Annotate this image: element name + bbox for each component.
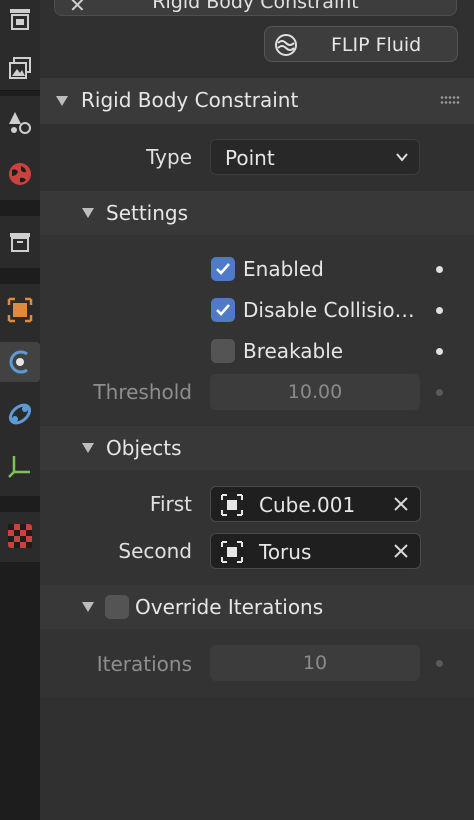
object-icon [221,494,243,516]
tab-physics[interactable] [0,342,40,382]
previous-panel-header[interactable]: ✕ Rigid Body Constraint [54,0,457,17]
override-iterations-title[interactable]: Override Iterations [135,595,323,619]
constraints-icon [8,403,32,425]
iterations-field[interactable]: 10 [210,645,420,681]
rigid-body-constraint-panel-header[interactable]: Rigid Body Constraint [40,78,474,124]
disable-collisions-label[interactable]: Disable Collisio… [243,298,415,322]
world-icon [9,163,31,185]
view-layer-icon [9,57,31,79]
iterations-label: Iterations [96,652,192,676]
collapse-triangle-icon[interactable] [56,96,68,106]
tab-collection[interactable] [0,222,40,262]
enabled-label[interactable]: Enabled [243,257,324,281]
threshold-label: Threshold [93,380,192,404]
first-object-name: Cube.001 [259,493,356,517]
properties-tab-strip [0,0,40,820]
keyframe-dot-icon[interactable] [436,389,443,396]
settings-title: Settings [106,201,189,225]
keyframe-dot-icon[interactable] [436,307,443,314]
tab-view-layer[interactable] [0,48,40,88]
breakable-checkbox[interactable] [211,339,235,363]
collapse-triangle-icon[interactable] [82,602,94,612]
keyframe-dot-icon[interactable] [436,348,443,355]
flip-fluid-icon [275,34,297,56]
object-icon [7,297,33,323]
objects-title: Objects [106,436,182,460]
second-object-name: Torus [259,540,312,564]
checkmark-icon [216,304,230,316]
first-label: First [149,492,192,516]
object-icon [221,541,243,563]
keyframe-dot-icon[interactable] [436,660,443,667]
tab-separator [0,90,40,91]
scene-icon [9,112,31,134]
empty-panel-area [40,697,474,820]
tab-scene[interactable] [0,102,40,142]
second-object-field[interactable]: Torus [210,533,421,569]
type-label: Type [146,145,192,169]
collapse-triangle-icon[interactable] [82,443,94,453]
properties-main: ✕ Rigid Body Constraint FLIP Fluid Rigid… [40,0,474,820]
object-data-icon [8,456,30,478]
collapse-triangle-icon[interactable] [82,208,94,218]
type-value: Point [225,146,275,170]
first-object-field[interactable]: Cube.001 [210,486,421,522]
material-icon [8,524,32,548]
tab-object-data[interactable] [0,446,40,486]
objects-subpanel-header[interactable]: Objects [40,426,474,470]
drag-handle-icon[interactable] [440,95,460,105]
chevron-down-icon [396,153,408,162]
clear-x-icon[interactable] [392,495,410,513]
physics-icon [9,350,28,374]
disable-collisions-checkbox[interactable] [211,298,235,322]
keyframe-dot-icon[interactable] [436,266,443,273]
type-dropdown[interactable]: Point [210,139,420,175]
tab-render-output[interactable] [0,0,40,40]
override-iterations-subpanel-header[interactable]: Override Iterations [40,585,474,629]
panel-title: Rigid Body Constraint [81,88,299,112]
flip-fluid-label: FLIP Fluid [331,34,422,56]
second-label: Second [118,539,192,563]
tab-world[interactable] [0,154,40,194]
tab-constraints[interactable] [0,394,40,434]
previous-panel-title: Rigid Body Constraint [152,0,359,13]
settings-subpanel-header[interactable]: Settings [40,191,474,235]
tab-material[interactable] [0,516,40,556]
clear-x-icon[interactable] [392,542,410,560]
render-output-icon [10,9,30,30]
tab-object[interactable] [0,290,40,330]
checkmark-icon [216,263,230,275]
collection-icon [10,233,30,252]
enabled-checkbox[interactable] [211,257,235,281]
breakable-label[interactable]: Breakable [243,339,343,363]
flip-fluid-button[interactable]: FLIP Fluid [264,26,458,62]
override-iterations-checkbox[interactable] [105,595,129,619]
threshold-field[interactable]: 10.00 [210,374,420,410]
